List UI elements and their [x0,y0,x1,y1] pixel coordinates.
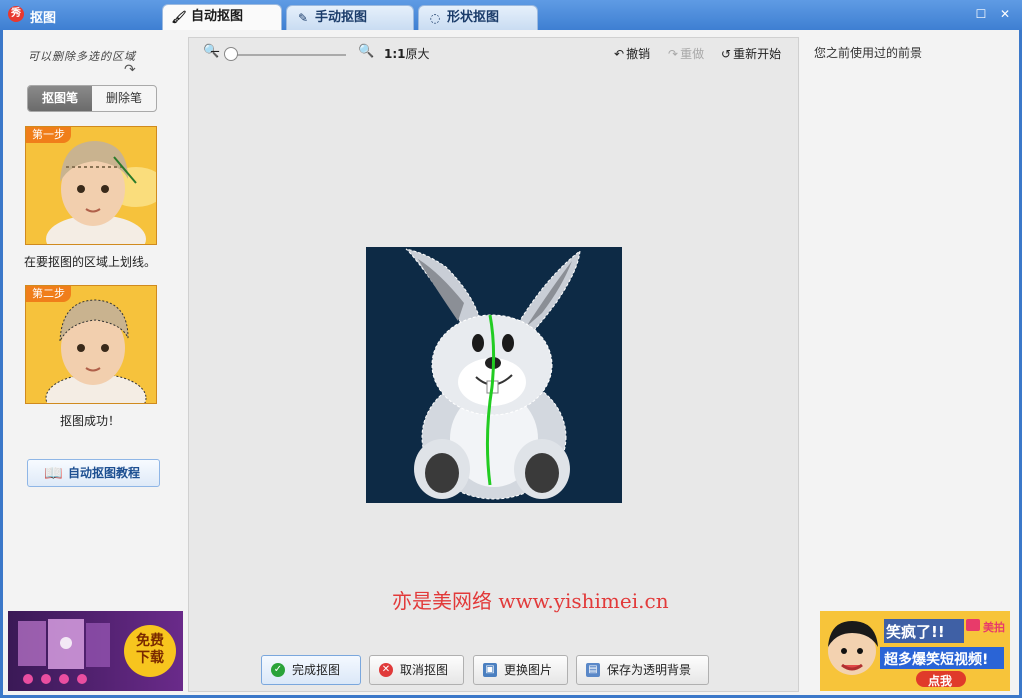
tab-label: 自动抠图 [191,9,244,24]
bunny-image [366,247,622,503]
zoom-slider-track[interactable] [226,54,346,56]
step2-caption: 抠图成功！ [59,414,120,428]
delete-hint: 可以删除多选的区域 [28,50,136,63]
undo-button[interactable]: ↶ 撤销 [614,45,650,62]
ratio-text: 原大 [405,47,430,61]
restart-icon: ↺ [721,47,732,61]
right-ad-banner[interactable]: 笑疯了!! 超多爆笑短视频! 美拍 点我 [820,611,1010,691]
baby-photo-cutout [26,286,156,403]
brush-icon: 🖌 [171,10,187,24]
ad-screens-image [18,619,110,684]
save-label: 保存为透明背景 [607,663,692,677]
ad-download-badge: 免费 下载 [124,625,176,677]
recent-foregrounds-label: 您之前使用过的前景 [814,46,923,60]
zoom-slider-knob[interactable] [224,47,238,61]
baby-photo [26,127,156,244]
tab-label: 手动抠图 [315,10,368,25]
redo-icon: ↷ [668,47,679,61]
step1-badge: 第一步 [26,127,71,143]
maximize-icon: ☐ [975,7,987,21]
tab-manual-cutout[interactable]: ✎ 手动抠图 [286,5,414,30]
zoom-out-icon[interactable]: 🔍̶ [203,44,219,59]
title-bar: 秀 抠图 🖌 自动抠图 ✎ 手动抠图 ◌ 形状抠图 ☐ ✕ [0,0,1022,30]
step2-badge: 第二步 [26,286,71,302]
magic-pen-icon: ✎ [297,11,309,25]
tab-label: 形状抠图 [447,10,500,25]
close-icon: ✕ [999,7,1011,21]
tab-shape-cutout[interactable]: ◌ 形状抠图 [418,5,538,30]
finish-label: 完成抠图 [292,663,341,677]
pen-toggle: 抠图笔 删除笔 [27,85,157,112]
check-icon: ✓ [271,663,285,677]
cancel-cutout-button[interactable]: ✕ 取消抠图 [369,655,464,685]
maximize-button[interactable]: ☐ [974,7,988,21]
redo-label: 重做 [680,47,705,61]
ad-brand: 美拍 [983,621,1005,634]
window-title: 抠图 [30,11,57,26]
finish-cutout-button[interactable]: ✓ 完成抠图 [261,655,361,685]
undo-icon: ↶ [614,47,625,61]
tab-auto-cutout[interactable]: 🖌 自动抠图 [162,4,282,30]
change-label: 更换图片 [504,663,553,677]
shape-icon: ◌ [429,11,441,25]
tutorial-button[interactable]: 📖 自动抠图教程 [27,459,160,487]
cutout-pen-button[interactable]: 抠图笔 [28,86,92,111]
image-icon: ▣ [483,663,497,677]
book-icon: 📖 [44,464,63,482]
actual-size-button[interactable]: 1:1原大 [384,45,430,62]
step1-example-image: 第一步 [25,126,157,245]
cancel-label: 取消抠图 [400,663,449,677]
watermark-text: 亦是美网络 www.yishimei.cn [392,589,669,613]
step1-caption: 在要抠图的区域上划线。 [23,255,156,269]
ad-cta: 点我 [928,674,953,688]
app-logo-icon: 秀 [8,6,24,22]
save-disk-icon: ▤ [586,663,600,677]
editing-canvas[interactable] [366,247,622,503]
ratio-value: 1:1 [384,47,406,61]
tutorial-label: 自动抠图教程 [68,466,141,480]
zoom-in-icon[interactable]: 🔍 [358,44,374,59]
save-transparent-button[interactable]: ▤ 保存为透明背景 [576,655,709,685]
restart-label: 重新开始 [733,47,782,61]
curved-arrow-icon: ↷ [124,62,136,78]
undo-label: 撤销 [626,47,651,61]
ad-headline: 笑疯了!! [886,623,945,641]
change-image-button[interactable]: ▣ 更换图片 [473,655,568,685]
restart-button[interactable]: ↺ 重新开始 [721,45,781,62]
ad-subline: 超多爆笑短视频! [884,652,989,668]
eraser-pen-button[interactable]: 删除笔 [92,86,156,111]
step2-example-image: 第二步 [25,285,157,404]
close-button[interactable]: ✕ [998,7,1012,21]
left-ad-banner[interactable]: 免费 下载 [8,611,183,691]
redo-button[interactable]: ↷ 重做 [668,45,704,62]
cancel-icon: ✕ [379,663,393,677]
